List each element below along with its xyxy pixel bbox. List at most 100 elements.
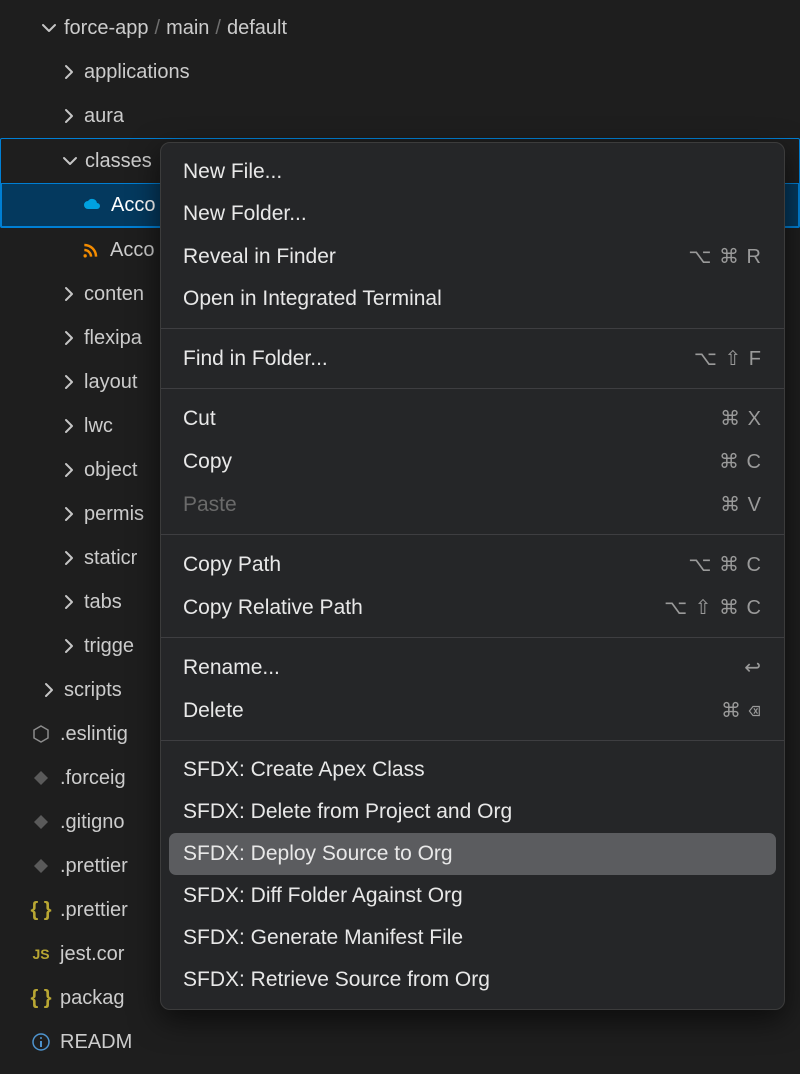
file-label: jest.cor	[60, 943, 124, 966]
folder-label: conten	[84, 283, 144, 306]
menu-item-cut[interactable]: Cut ⌘ X	[161, 397, 784, 440]
menu-label: New Folder...	[183, 202, 307, 226]
folder-label: permis	[84, 503, 144, 526]
menu-label: Copy Path	[183, 553, 281, 577]
menu-item-sfdx-deploy[interactable]: SFDX: Deploy Source to Org	[169, 833, 776, 875]
breadcrumb: force-app / main / default	[64, 17, 287, 40]
menu-separator	[161, 388, 784, 389]
menu-item-copy-relative-path[interactable]: Copy Relative Path ⌥ ⇧ ⌘ C	[161, 586, 784, 629]
file-label: Acco	[111, 194, 155, 217]
menu-label: Find in Folder...	[183, 347, 328, 371]
menu-item-find-in-folder[interactable]: Find in Folder... ⌥ ⇧ F	[161, 337, 784, 380]
menu-label: Copy	[183, 450, 232, 474]
folder-label: scripts	[64, 679, 122, 702]
menu-item-delete[interactable]: Delete ⌘ ⌫⌘	[161, 689, 784, 732]
breadcrumb-part: main	[166, 17, 209, 40]
chevron-down-icon	[40, 19, 58, 37]
menu-shortcut: ⌘ ⌫⌘	[721, 698, 762, 723]
folder-label: layout	[84, 371, 137, 394]
menu-item-rename[interactable]: Rename... ↩	[161, 646, 784, 689]
menu-item-sfdx-diff[interactable]: SFDX: Diff Folder Against Org	[161, 875, 784, 917]
menu-item-copy[interactable]: Copy ⌘ C	[161, 440, 784, 483]
menu-shortcut: ⌘ X	[720, 406, 762, 431]
chevron-right-icon	[60, 461, 78, 479]
chevron-right-icon	[60, 63, 78, 81]
folder-label: staticr	[84, 547, 137, 570]
javascript-icon: JS	[30, 943, 52, 965]
menu-item-sfdx-retrieve[interactable]: SFDX: Retrieve Source from Org	[161, 959, 784, 1001]
diamond-icon	[30, 855, 52, 877]
menu-shortcut: ↩	[744, 655, 762, 680]
menu-shortcut: ⌘ V	[720, 492, 762, 517]
chevron-right-icon	[60, 285, 78, 303]
salesforce-cloud-icon	[81, 194, 103, 216]
file-label: .prettier	[60, 855, 128, 878]
file-label: Acco	[110, 239, 154, 262]
chevron-right-icon	[60, 107, 78, 125]
chevron-right-icon	[60, 505, 78, 523]
menu-label: Paste	[183, 493, 237, 517]
context-menu: New File... New Folder... Reveal in Find…	[160, 142, 785, 1010]
menu-item-open-terminal[interactable]: Open in Integrated Terminal	[161, 278, 784, 320]
chevron-right-icon	[60, 593, 78, 611]
breadcrumb-part: default	[227, 17, 287, 40]
info-icon	[30, 1031, 52, 1053]
chevron-right-icon	[40, 681, 58, 699]
menu-item-sfdx-manifest[interactable]: SFDX: Generate Manifest File	[161, 917, 784, 959]
chevron-right-icon	[60, 373, 78, 391]
menu-label: Cut	[183, 407, 216, 431]
menu-separator	[161, 740, 784, 741]
file-label: .forceig	[60, 767, 126, 790]
eslint-icon	[30, 723, 52, 745]
menu-label: SFDX: Deploy Source to Org	[183, 842, 453, 866]
file-label: .prettier	[60, 899, 128, 922]
chevron-right-icon	[60, 329, 78, 347]
menu-item-reveal-finder[interactable]: Reveal in Finder ⌥ ⌘ R	[161, 235, 784, 278]
menu-shortcut: ⌘ C	[719, 449, 762, 474]
menu-item-new-file[interactable]: New File...	[161, 151, 784, 193]
folder-label: tabs	[84, 591, 122, 614]
menu-label: SFDX: Retrieve Source from Org	[183, 968, 490, 992]
menu-shortcut: ⌥ ⌘ C	[688, 552, 762, 577]
braces-icon: { }	[30, 987, 52, 1009]
tree-row-aura[interactable]: aura	[0, 94, 800, 138]
file-label: .eslintig	[60, 723, 128, 746]
menu-item-sfdx-delete[interactable]: SFDX: Delete from Project and Org	[161, 791, 784, 833]
menu-item-paste: Paste ⌘ V	[161, 483, 784, 526]
menu-label: SFDX: Delete from Project and Org	[183, 800, 512, 824]
menu-item-new-folder[interactable]: New Folder...	[161, 193, 784, 235]
menu-label: SFDX: Generate Manifest File	[183, 926, 463, 950]
menu-label: Reveal in Finder	[183, 245, 336, 269]
chevron-right-icon	[60, 549, 78, 567]
menu-label: Delete	[183, 699, 244, 723]
diamond-icon	[30, 767, 52, 789]
breadcrumb-separator: /	[213, 17, 223, 40]
file-label: .gitigno	[60, 811, 125, 834]
rss-icon	[80, 239, 102, 261]
folder-label: trigge	[84, 635, 134, 658]
menu-label: SFDX: Create Apex Class	[183, 758, 425, 782]
menu-separator	[161, 534, 784, 535]
chevron-right-icon	[60, 637, 78, 655]
menu-label: SFDX: Diff Folder Against Org	[183, 884, 463, 908]
folder-label: classes	[85, 150, 152, 173]
tree-row-applications[interactable]: applications	[0, 50, 800, 94]
tree-row-force-app[interactable]: force-app / main / default	[0, 6, 800, 50]
breadcrumb-separator: /	[153, 17, 163, 40]
menu-shortcut: ⌥ ⌘ R	[688, 244, 762, 269]
menu-item-sfdx-create-apex[interactable]: SFDX: Create Apex Class	[161, 749, 784, 791]
diamond-icon	[30, 811, 52, 833]
folder-label: aura	[84, 105, 124, 128]
menu-label: Open in Integrated Terminal	[183, 287, 442, 311]
folder-label: object	[84, 459, 137, 482]
menu-shortcut: ⌥ ⇧ ⌘ C	[664, 595, 762, 620]
folder-label: applications	[84, 61, 190, 84]
chevron-down-icon	[61, 152, 79, 170]
chevron-right-icon	[60, 417, 78, 435]
menu-separator	[161, 328, 784, 329]
tree-row-readme[interactable]: READM	[0, 1020, 800, 1064]
menu-item-copy-path[interactable]: Copy Path ⌥ ⌘ C	[161, 543, 784, 586]
file-label: READM	[60, 1031, 132, 1054]
braces-icon: { }	[30, 899, 52, 921]
menu-separator	[161, 637, 784, 638]
